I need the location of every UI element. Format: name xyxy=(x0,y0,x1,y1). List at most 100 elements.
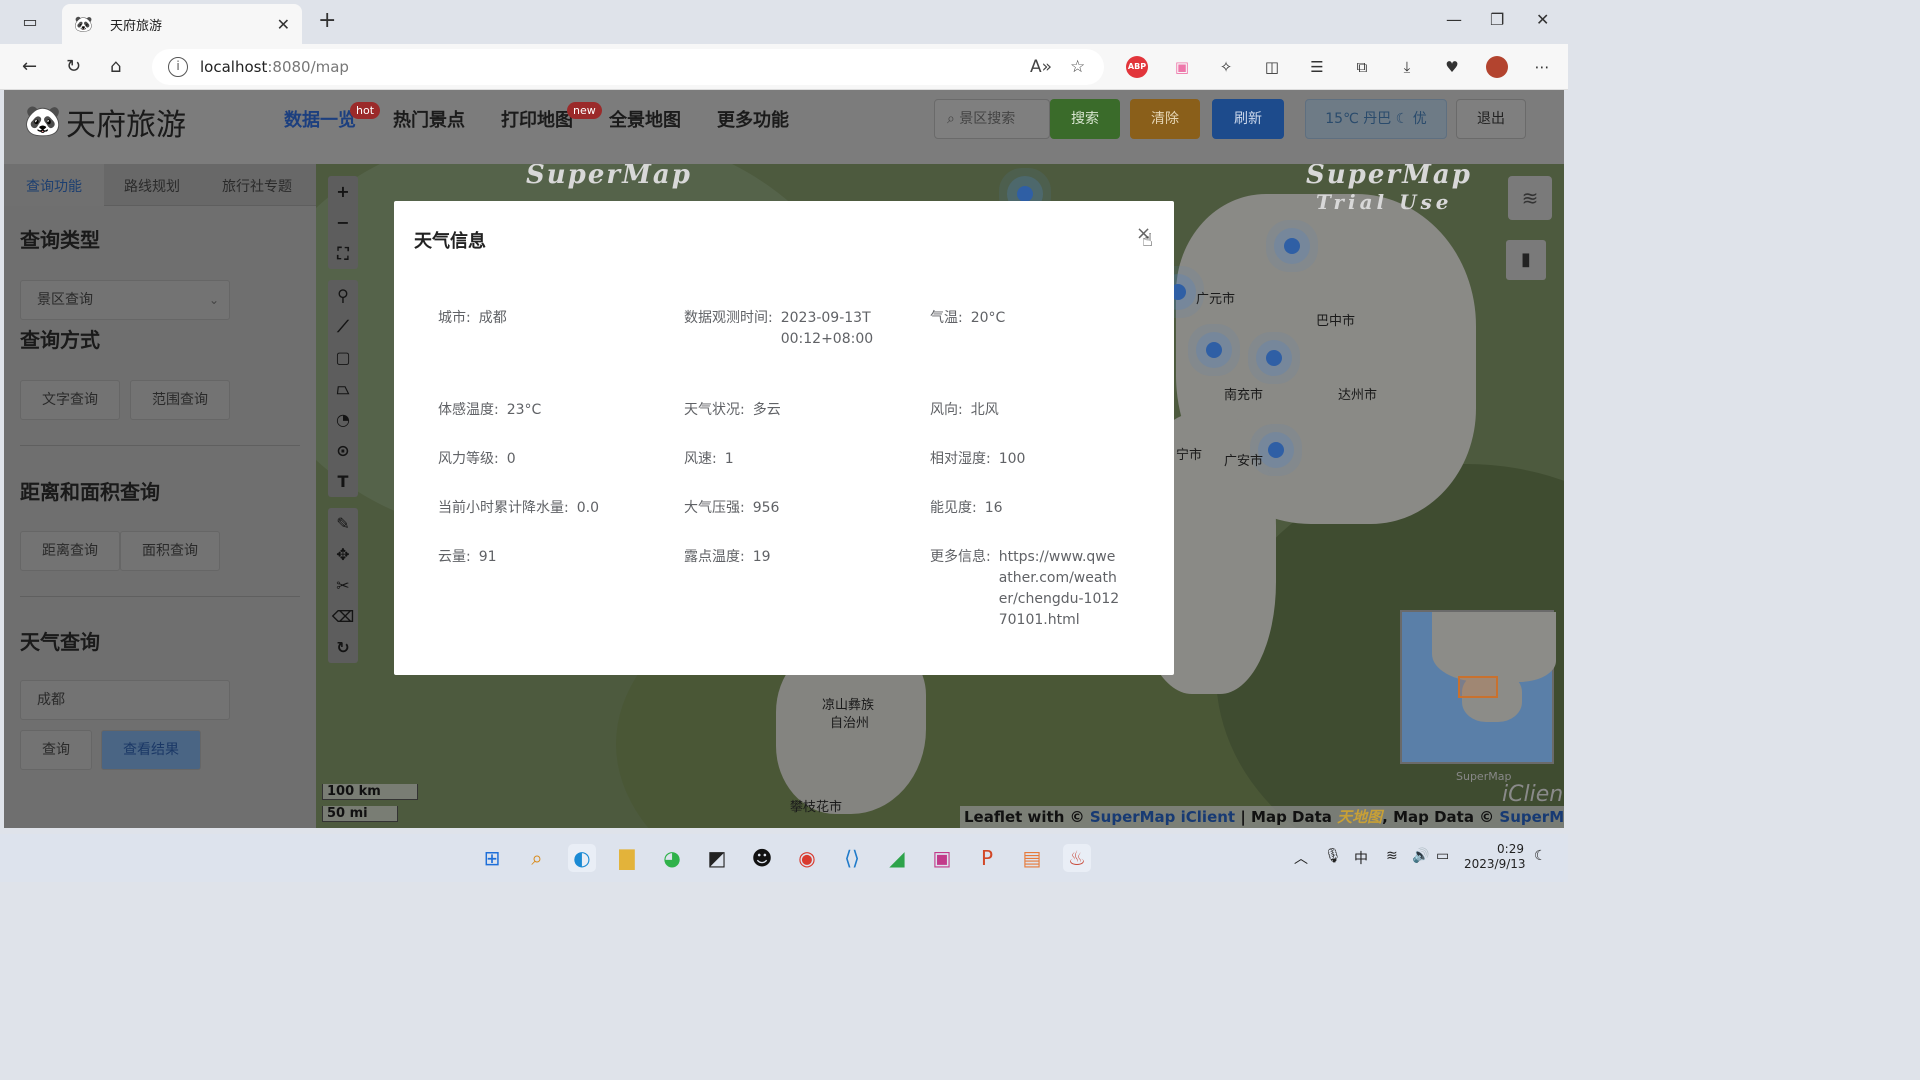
circle-marker-icon[interactable]: ⊙ xyxy=(328,435,358,466)
scenic-marker[interactable] xyxy=(1268,442,1284,458)
polygon-icon[interactable]: ⏢ xyxy=(328,373,358,404)
polyline-icon[interactable]: ⟋ xyxy=(328,311,358,342)
adblock-icon[interactable]: ABP xyxy=(1126,56,1148,78)
layers-icon[interactable]: ≋ xyxy=(1508,176,1552,220)
sticky-notes-icon[interactable]: ◩ xyxy=(703,844,731,872)
marker-icon[interactable]: ⚲ xyxy=(328,280,358,311)
wechat-icon[interactable]: ◕ xyxy=(658,844,686,872)
tab-route-planning[interactable]: 路线规划 xyxy=(124,176,180,196)
supermap-iclient-link[interactable]: SuperMap iClient xyxy=(1090,808,1235,826)
menu-panorama-map[interactable]: 全景地图 xyxy=(609,106,681,132)
view-result-button[interactable]: 查看结果 xyxy=(101,730,201,770)
scenic-search-input[interactable]: ⌕ 景区搜索 xyxy=(934,99,1050,139)
supermap-iserver-link[interactable]: SuperMap iServer xyxy=(1499,808,1564,826)
more-info-link[interactable]: https://www.qweather.com/weather/chengdu… xyxy=(999,547,1121,631)
query-button[interactable]: 查询 xyxy=(20,730,92,770)
scenic-marker[interactable] xyxy=(1206,342,1222,358)
battery-icon[interactable]: ▭ xyxy=(1436,848,1449,864)
logout-button[interactable]: 退出 xyxy=(1456,99,1526,139)
fullscreen-icon[interactable]: ⛶ xyxy=(328,238,358,269)
download-icon[interactable]: ⤓ xyxy=(1396,56,1418,78)
volume-icon[interactable]: 🔊 xyxy=(1412,848,1429,864)
extensions-puzzle-icon[interactable]: ✧ xyxy=(1215,56,1237,78)
edit-icon[interactable]: ✎ xyxy=(328,508,358,539)
favorites-icon[interactable]: ☰ xyxy=(1306,56,1328,78)
wifi-icon[interactable]: ≋ xyxy=(1386,848,1398,864)
system-clock[interactable]: 0:29 2023/9/13 xyxy=(1464,842,1526,872)
extension-icon[interactable]: ▣ xyxy=(1171,56,1193,78)
refresh-icon[interactable]: ↻ xyxy=(66,56,81,77)
range-query-button[interactable]: 范围查询 xyxy=(130,380,230,420)
scenic-marker[interactable] xyxy=(1017,186,1033,202)
tab-travel-agency[interactable]: 旅行社专题 xyxy=(222,176,292,196)
new-tab-icon[interactable]: + xyxy=(318,8,336,33)
back-icon[interactable]: ← xyxy=(22,56,37,77)
vscode-icon[interactable]: ⟨⟩ xyxy=(838,844,866,872)
browser-tab[interactable]: 🐼 天府旅游 ✕ xyxy=(62,4,302,44)
new-badge: new xyxy=(567,102,602,119)
scenic-marker[interactable] xyxy=(1266,350,1282,366)
java-app-icon[interactable]: ♨ xyxy=(1063,844,1091,872)
zoom-out-icon[interactable]: − xyxy=(328,207,358,238)
search-icon[interactable]: ⌕ xyxy=(523,844,551,872)
query-type-select[interactable]: 景区查询 ⌄ xyxy=(20,280,230,320)
tray-chevron-icon[interactable]: ︿ xyxy=(1294,848,1308,868)
bookmark-icon[interactable]: ▮ xyxy=(1506,240,1546,280)
menu-hot-spots[interactable]: 热门景点 xyxy=(393,106,465,132)
tab-actions-icon[interactable]: ▭ xyxy=(18,12,42,32)
microphone-icon[interactable]: 🎙 xyxy=(1324,848,1342,864)
favorite-star-icon[interactable]: ☆ xyxy=(1070,57,1085,77)
url-field[interactable]: i localhost:8080/map A» ☆ xyxy=(152,49,1104,85)
green-app-icon[interactable]: ◢ xyxy=(883,844,911,872)
text-icon[interactable]: T xyxy=(328,466,358,497)
split-screen-icon[interactable]: ◫ xyxy=(1261,56,1283,78)
collections-icon[interactable]: ⧉ xyxy=(1351,56,1373,78)
profile-avatar[interactable] xyxy=(1486,56,1508,78)
clear-button[interactable]: 清除 xyxy=(1130,99,1200,139)
chrome-icon[interactable]: ◉ xyxy=(793,844,821,872)
iclient-logo-text: iClient xyxy=(1502,782,1564,807)
notification-icon[interactable]: ☾ xyxy=(1534,848,1547,864)
scenic-marker[interactable] xyxy=(1284,238,1300,254)
restore-icon[interactable]: ❐ xyxy=(1490,10,1504,29)
search-button[interactable]: 搜索 xyxy=(1050,99,1120,139)
cut-icon[interactable]: ✂ xyxy=(328,570,358,601)
rotate-icon[interactable]: ↻ xyxy=(328,632,358,663)
rectangle-icon[interactable]: ▢ xyxy=(328,342,358,373)
zoom-in-icon[interactable]: + xyxy=(328,176,358,207)
refresh-button[interactable]: 刷新 xyxy=(1212,99,1284,139)
powerpoint-icon[interactable]: P xyxy=(973,844,1001,872)
minimap-viewport[interactable] xyxy=(1458,676,1498,698)
tab-query[interactable]: 查询功能 xyxy=(26,176,82,196)
text-query-button[interactable]: 文字查询 xyxy=(20,380,120,420)
menu-data-overview[interactable]: 数据一览 xyxy=(284,106,356,132)
site-info-icon[interactable]: i xyxy=(168,57,188,77)
jetbrains-icon[interactable]: ▣ xyxy=(928,844,956,872)
minimize-icon[interactable]: — xyxy=(1446,10,1462,29)
close-window-icon[interactable]: ✕ xyxy=(1536,10,1549,29)
edge-icon[interactable]: ◐ xyxy=(568,844,596,872)
minimap[interactable] xyxy=(1400,610,1556,764)
read-aloud-icon[interactable]: A» xyxy=(1030,57,1052,77)
qq-icon[interactable]: ☻ xyxy=(748,844,776,872)
sidebar: 查询功能 路线规划 旅行社专题 查询类型 景区查询 ⌄ 查询方式 文字查询 范围… xyxy=(4,164,316,828)
windows-start-icon[interactable]: ⊞ xyxy=(478,844,506,872)
ime-indicator[interactable]: 中 xyxy=(1354,848,1368,868)
menu-more-features[interactable]: 更多功能 xyxy=(717,106,789,132)
distance-query-button[interactable]: 距离查询 xyxy=(20,531,120,571)
file-explorer-icon[interactable]: ▇ xyxy=(613,844,641,872)
area-query-button[interactable]: 面积查询 xyxy=(120,531,220,571)
eraser-icon[interactable]: ⌫ xyxy=(328,601,358,632)
home-icon[interactable]: ⌂ xyxy=(110,56,121,77)
watermark-text: Trial Use xyxy=(1316,190,1453,214)
move-icon[interactable]: ✥ xyxy=(328,539,358,570)
sidebar-tabs: 查询功能 路线规划 旅行社专题 xyxy=(4,164,316,206)
weather-pill[interactable]: 15℃ 丹巴 ☾ 优 xyxy=(1305,99,1447,139)
menu-print-map[interactable]: 打印地图 xyxy=(501,106,573,132)
circle-icon[interactable]: ◔ xyxy=(328,404,358,435)
tab-close-icon[interactable]: ✕ xyxy=(277,15,290,34)
more-menu-icon[interactable]: ⋯ xyxy=(1531,56,1553,78)
city-input[interactable]: 成都 xyxy=(20,680,230,720)
app-icon[interactable]: ▤ xyxy=(1018,844,1046,872)
performance-icon[interactable]: ♥ xyxy=(1441,56,1463,78)
